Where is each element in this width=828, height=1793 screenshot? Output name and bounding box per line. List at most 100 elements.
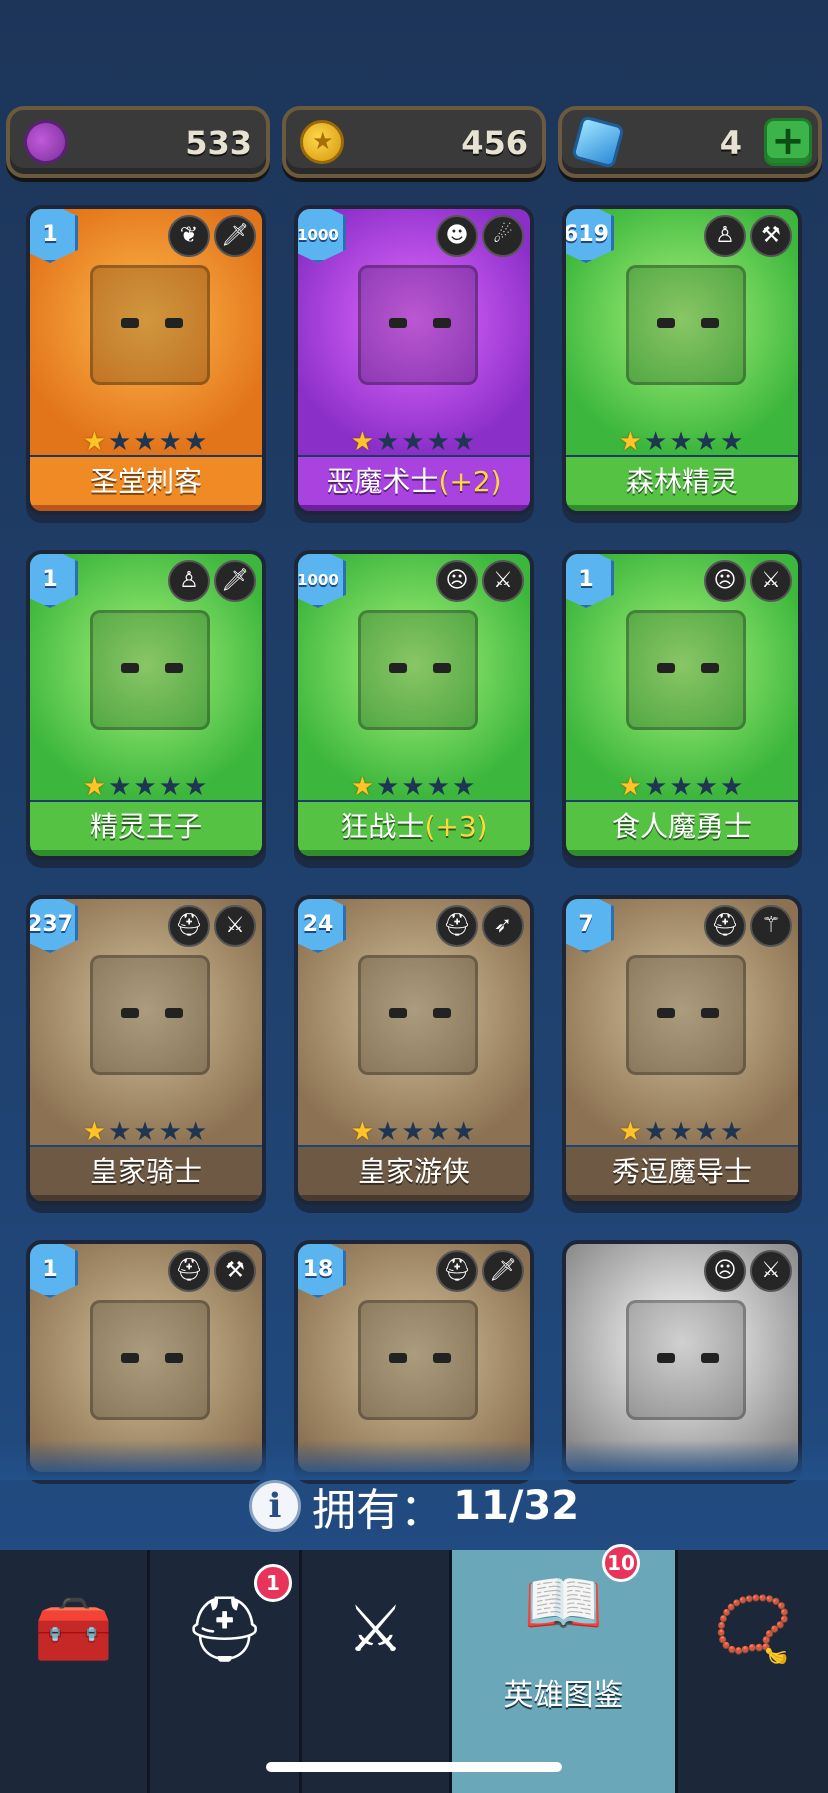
hero-book-icon: 📖 xyxy=(523,1567,604,1641)
star-empty-icon: ★ xyxy=(183,772,210,802)
hero-figure xyxy=(626,610,746,730)
star-empty-icon: ★ xyxy=(376,772,402,802)
star-empty-icon: ★ xyxy=(669,772,695,802)
chest-icon: 🧰 xyxy=(33,1593,114,1667)
hero-figure xyxy=(90,955,210,1075)
owned-label: 拥有： xyxy=(312,1485,445,1536)
orc-icon: ☹ xyxy=(704,1250,746,1292)
helmet-icon: ⛑ xyxy=(436,1250,478,1292)
nav-battle[interactable]: ⚔ xyxy=(302,1550,452,1793)
star-filled-icon: ★ xyxy=(350,772,377,802)
hero-name-bar: 狂战士(+3) xyxy=(298,802,530,856)
bottom-nav: 🧰 ⛑ 1 ⚔ 📖 10 英雄图鉴 📿 xyxy=(0,1544,828,1793)
nav-shop[interactable]: 🧰 xyxy=(0,1550,150,1793)
star-filled-icon: ★ xyxy=(82,427,109,457)
add-gems-button[interactable]: + xyxy=(764,118,812,166)
hero-class-badges: ⛑ 🗡 xyxy=(436,1250,524,1294)
star-empty-icon: ★ xyxy=(719,427,746,457)
dagger-icon: 🗡 xyxy=(482,1250,524,1292)
hero-card[interactable]: 7 ⛑ ⚚ ★★★★★ 秀逗魔导士 xyxy=(562,895,802,1205)
nav-amulet[interactable]: 📿 xyxy=(678,1550,828,1793)
hero-class-badges: ☻ ☄ xyxy=(436,215,524,259)
star-empty-icon: ★ xyxy=(644,772,670,802)
nav-heroes[interactable]: ⛑ 1 xyxy=(150,1550,302,1793)
star-empty-icon: ★ xyxy=(669,1117,695,1147)
hero-name-bar: 恶魔术士(+2) xyxy=(298,457,530,511)
hero-name: 秀逗魔导士 xyxy=(611,1155,752,1188)
helmet-icon: ⛑ xyxy=(168,1250,210,1292)
hero-name: 圣堂刺客 xyxy=(89,465,202,498)
dagger-icon: 🗡 xyxy=(214,560,256,602)
hero-card[interactable]: 1 ❦ 🗡 ★★★★★ 圣堂刺客 xyxy=(26,205,266,515)
hero-figure xyxy=(358,1300,478,1420)
star-empty-icon: ★ xyxy=(108,772,134,802)
hero-star-rating: ★★★★★ xyxy=(566,772,798,802)
star-empty-icon: ★ xyxy=(133,772,159,802)
gem-counter: 4 + xyxy=(558,106,822,178)
hero-card[interactable]: 1000 ☻ ☄ ★★★★★ 恶魔术士(+2) xyxy=(294,205,534,515)
hero-card[interactable]: 619 ♙ ⚒ ★★★★★ 森林精灵 xyxy=(562,205,802,515)
hero-name: 森林精灵 xyxy=(625,465,738,498)
hero-class-badges: ❦ 🗡 xyxy=(168,215,256,259)
star-filled-icon: ★ xyxy=(618,772,645,802)
hero-class-badges: ♙ 🗡 xyxy=(168,560,256,604)
star-empty-icon: ★ xyxy=(669,427,695,457)
gem-icon xyxy=(571,115,625,169)
info-icon[interactable]: i xyxy=(248,1480,301,1532)
coin-icon xyxy=(300,120,344,164)
hero-star-rating: ★★★★★ xyxy=(30,427,262,457)
hero-star-rating: ★★★★★ xyxy=(30,772,262,802)
nav-hero-book[interactable]: 📖 10 英雄图鉴 xyxy=(452,1544,678,1793)
hero-star-rating: ★★★★★ xyxy=(566,1117,798,1147)
star-empty-icon: ★ xyxy=(133,427,159,457)
hero-card[interactable]: 1 ♙ 🗡 ★★★★★ 精灵王子 xyxy=(26,550,266,860)
viking-helmet-icon: ⛑ xyxy=(183,1593,266,1667)
star-empty-icon: ★ xyxy=(108,427,134,457)
home-indicator xyxy=(266,1762,562,1772)
hero-name: 狂战士 xyxy=(340,810,425,843)
star-empty-icon: ★ xyxy=(451,772,478,802)
hero-figure xyxy=(358,265,478,385)
hero-card[interactable]: 1 ☹ ⚔ ★★★★★ 食人魔勇士 xyxy=(562,550,802,860)
star-empty-icon: ★ xyxy=(426,1117,452,1147)
star-empty-icon: ★ xyxy=(183,1117,210,1147)
star-empty-icon: ★ xyxy=(719,1117,746,1147)
hero-bonus: (+3) xyxy=(424,810,488,843)
star-filled-icon: ★ xyxy=(350,1117,377,1147)
hero-card[interactable]: 1000 ☹ ⚔ ★★★★★ 狂战士(+3) xyxy=(294,550,534,860)
star-filled-icon: ★ xyxy=(618,1117,645,1147)
hero-name-bar: 圣堂刺客 xyxy=(30,457,262,511)
hero-figure xyxy=(358,955,478,1075)
star-empty-icon: ★ xyxy=(426,772,452,802)
star-empty-icon: ★ xyxy=(158,1117,184,1147)
hero-figure xyxy=(626,1300,746,1420)
orc-icon: ☹ xyxy=(436,560,478,602)
star-empty-icon: ★ xyxy=(644,1117,670,1147)
flame-icon: ☄ xyxy=(482,215,524,257)
owned-counter: i 拥有： 11/32 xyxy=(0,1474,828,1538)
star-empty-icon: ★ xyxy=(451,1117,478,1147)
star-empty-icon: ★ xyxy=(719,772,746,802)
helmet-icon: ⛑ xyxy=(704,905,746,947)
hero-name-bar: 森林精灵 xyxy=(566,457,798,511)
hammer-icon: ⚒ xyxy=(750,215,792,257)
star-filled-icon: ★ xyxy=(618,427,645,457)
star-empty-icon: ★ xyxy=(694,427,720,457)
elf-icon: ♙ xyxy=(168,560,210,602)
star-empty-icon: ★ xyxy=(694,772,720,802)
star-empty-icon: ★ xyxy=(108,1117,134,1147)
hero-name-bar: 皇家骑士 xyxy=(30,1147,262,1201)
hero-name-bar: 皇家游侠 xyxy=(298,1147,530,1201)
hero-figure xyxy=(626,265,746,385)
hero-book-notification-badge: 10 xyxy=(602,1544,640,1582)
sword-icon: ⚔ xyxy=(214,905,256,947)
star-empty-icon: ★ xyxy=(451,427,478,457)
hero-card[interactable]: 24 ⛑ ➶ ★★★★★ 皇家游侠 xyxy=(294,895,534,1205)
dagger-icon: 🗡 xyxy=(214,215,256,257)
hero-card[interactable]: 237 ⛑ ⚔ ★★★★★ 皇家骑士 xyxy=(26,895,266,1205)
hero-name: 食人魔勇士 xyxy=(611,810,752,843)
hero-class-badges: ☹ ⚔ xyxy=(704,560,792,604)
hero-star-rating: ★★★★★ xyxy=(298,427,530,457)
hero-name: 皇家骑士 xyxy=(89,1155,202,1188)
hero-figure xyxy=(90,1300,210,1420)
